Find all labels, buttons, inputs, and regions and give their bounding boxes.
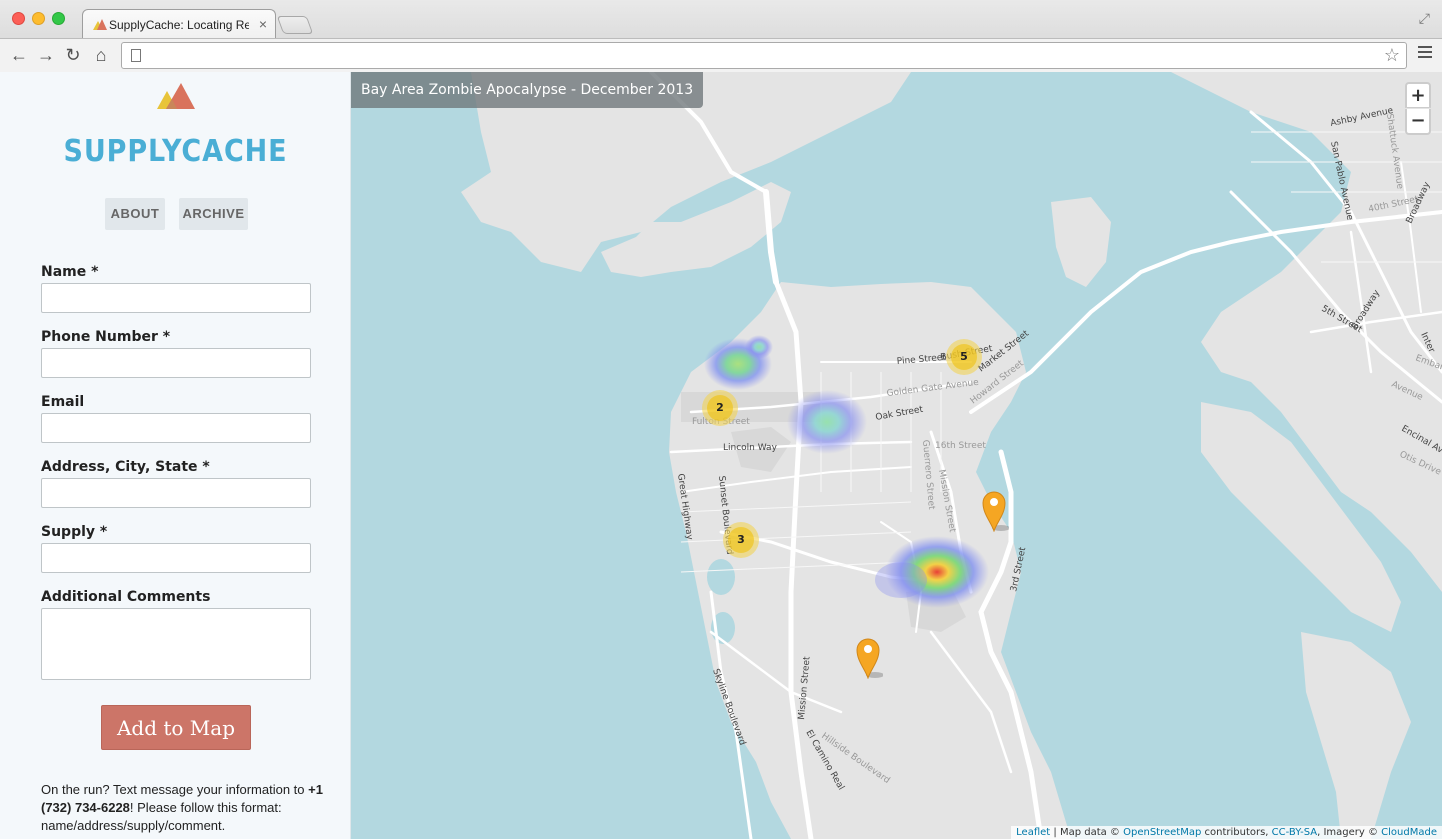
map-pin-icon[interactable] <box>853 635 883 679</box>
name-label: Name * <box>41 264 99 280</box>
cluster-count: 2 <box>707 395 733 421</box>
back-arrow-icon[interactable]: ← <box>8 45 30 65</box>
attribution-text: | Map data © <box>1050 827 1124 838</box>
comments-textarea[interactable] <box>41 608 311 680</box>
address-field[interactable] <box>41 478 311 508</box>
attribution-text: , Imagery © <box>1317 827 1382 838</box>
cluster-marker[interactable]: 2 <box>702 390 738 426</box>
email-label: Email <box>41 394 85 410</box>
license-link[interactable]: CC-BY-SA <box>1272 827 1317 838</box>
supply-label: Supply * <box>41 524 108 540</box>
tab-title: SupplyCache: Locating Res <box>109 18 249 32</box>
address-label: Address, City, State * <box>41 459 210 475</box>
address-bar[interactable]: ☆ <box>121 42 1407 69</box>
street-label: Lincoln Way <box>723 443 778 453</box>
brand-title[interactable]: SUPPLYCACHE <box>18 134 334 169</box>
new-tab-button[interactable] <box>276 16 314 34</box>
bookmark-star-icon[interactable]: ☆ <box>1384 45 1400 66</box>
supply-field[interactable] <box>41 543 311 573</box>
zoom-out-button[interactable]: − <box>1405 109 1431 135</box>
cluster-count: 5 <box>951 344 977 370</box>
cluster-count: 3 <box>728 527 754 553</box>
browser-toolbar: ← → ↻ ⌂ ☆ <box>0 38 1442 72</box>
cluster-marker[interactable]: 5 <box>946 339 982 375</box>
osm-link[interactable]: OpenStreetMap <box>1123 827 1201 838</box>
street-label: 16th Street <box>935 441 986 451</box>
name-field[interactable] <box>41 283 311 313</box>
window-minimize-button[interactable] <box>32 12 45 25</box>
map-view[interactable]: Pine Street Bush Street Market Street Go… <box>351 72 1442 839</box>
tab-close-icon[interactable]: × <box>259 16 267 32</box>
email-field[interactable] <box>41 413 311 443</box>
sms-prefix: On the run? Text message your informatio… <box>41 782 305 797</box>
sms-instructions: On the run? Text message your informatio… <box>41 781 331 835</box>
fullscreen-icon[interactable]: ⤢ <box>1419 10 1430 27</box>
cloudmade-link[interactable]: CloudMade <box>1381 827 1437 838</box>
home-icon[interactable]: ⌂ <box>90 45 112 65</box>
map-tiles[interactable]: Pine Street Bush Street Market Street Go… <box>351 72 1442 839</box>
attribution-text: contributors, <box>1201 827 1272 838</box>
forward-arrow-icon[interactable]: → <box>35 45 57 65</box>
add-to-map-button[interactable]: Add to Map <box>101 705 251 750</box>
browser-chrome: SupplyCache: Locating Res × ⤢ ← → ↻ ⌂ ☆ <box>0 0 1442 72</box>
phone-field[interactable] <box>41 348 311 378</box>
phone-label: Phone Number * <box>41 329 171 345</box>
map-pin-icon[interactable] <box>979 488 1009 532</box>
map-title: Bay Area Zombie Apocalypse - December 20… <box>351 72 704 108</box>
comments-label: Additional Comments <box>41 589 211 605</box>
supplycache-favicon-icon <box>93 19 107 30</box>
page-icon <box>131 49 141 62</box>
nav-archive-button[interactable]: ARCHIVE <box>179 198 248 230</box>
window-maximize-button[interactable] <box>52 12 65 25</box>
sidebar: SUPPLYCACHE ABOUT ARCHIVE Name * Phone N… <box>0 72 351 839</box>
browser-menu-icon[interactable] <box>1418 46 1432 61</box>
window-close-button[interactable] <box>12 12 25 25</box>
browser-tab[interactable]: SupplyCache: Locating Res × <box>82 9 276 39</box>
map-attribution: Leaflet | Map data © OpenStreetMap contr… <box>1011 826 1442 839</box>
reload-icon[interactable]: ↻ <box>62 45 84 65</box>
nav-about-button[interactable]: ABOUT <box>105 198 165 230</box>
cluster-marker[interactable]: 3 <box>723 522 759 558</box>
leaflet-link[interactable]: Leaflet <box>1016 827 1050 838</box>
zoom-in-button[interactable]: + <box>1405 82 1431 108</box>
supplycache-logo-icon <box>157 83 195 109</box>
